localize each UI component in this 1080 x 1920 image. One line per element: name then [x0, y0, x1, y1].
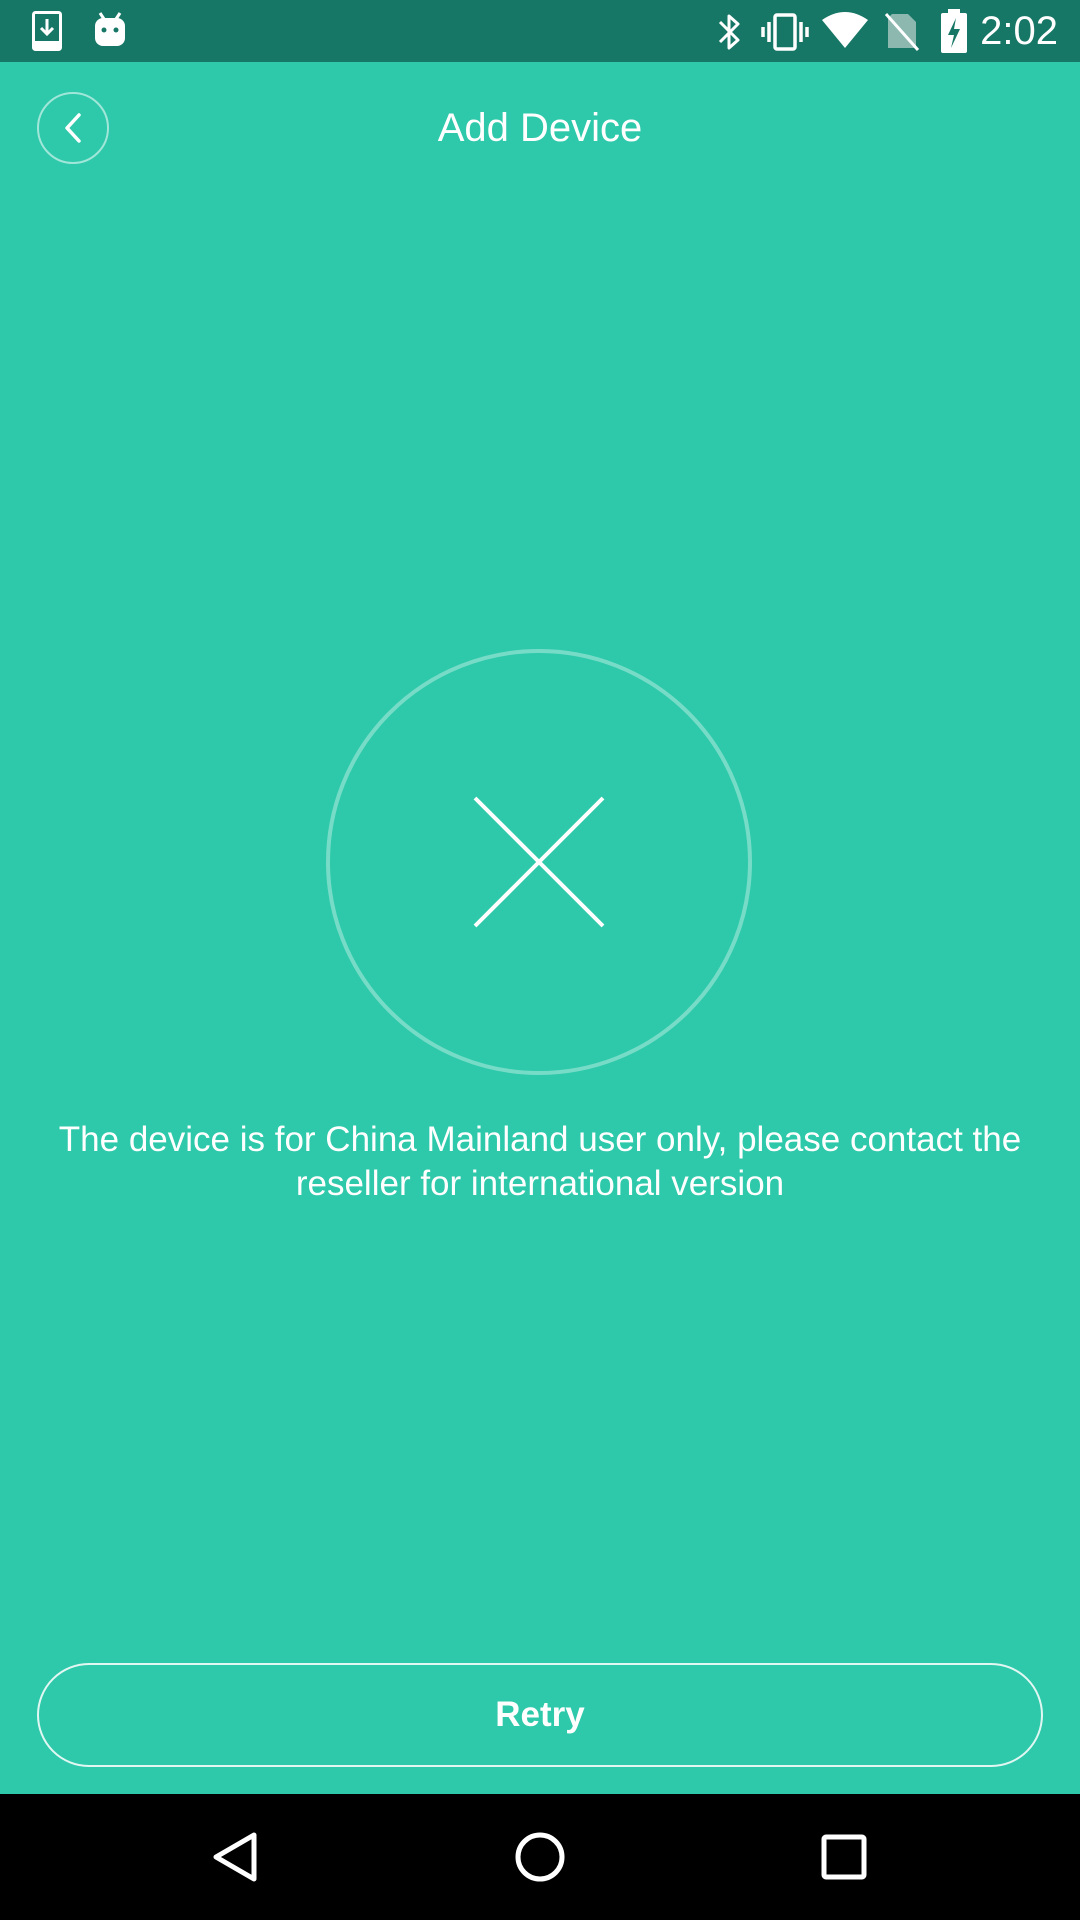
add-device-screen: 2:02 Add Device The device is for China … — [0, 0, 1080, 1920]
close-icon — [473, 796, 605, 928]
retry-button[interactable]: Retry — [37, 1663, 1043, 1767]
error-circle — [326, 649, 752, 1075]
status-time: 2:02 — [980, 9, 1058, 53]
bluetooth-icon — [716, 12, 744, 57]
home-circle-icon — [515, 1832, 565, 1882]
back-triangle-icon — [213, 1832, 257, 1882]
vibrate-icon — [760, 12, 810, 57]
status-bar: 2:02 — [0, 0, 1080, 62]
nav-recents-button[interactable] — [804, 1817, 884, 1897]
recents-square-icon — [821, 1834, 867, 1880]
nav-back-button[interactable] — [196, 1817, 276, 1897]
header: Add Device — [0, 62, 1080, 196]
nav-bar — [0, 1794, 1080, 1920]
download-icon — [32, 11, 62, 56]
nav-home-button[interactable] — [500, 1817, 580, 1897]
battery-charging-icon — [940, 9, 968, 58]
page-title: Add Device — [437, 106, 643, 150]
retry-label: Retry — [495, 1695, 585, 1734]
no-sim-icon — [884, 10, 920, 57]
wifi-icon — [822, 12, 868, 53]
error-message: The device is for China Mainland user on… — [58, 1120, 1022, 1203]
android-icon — [94, 11, 126, 52]
